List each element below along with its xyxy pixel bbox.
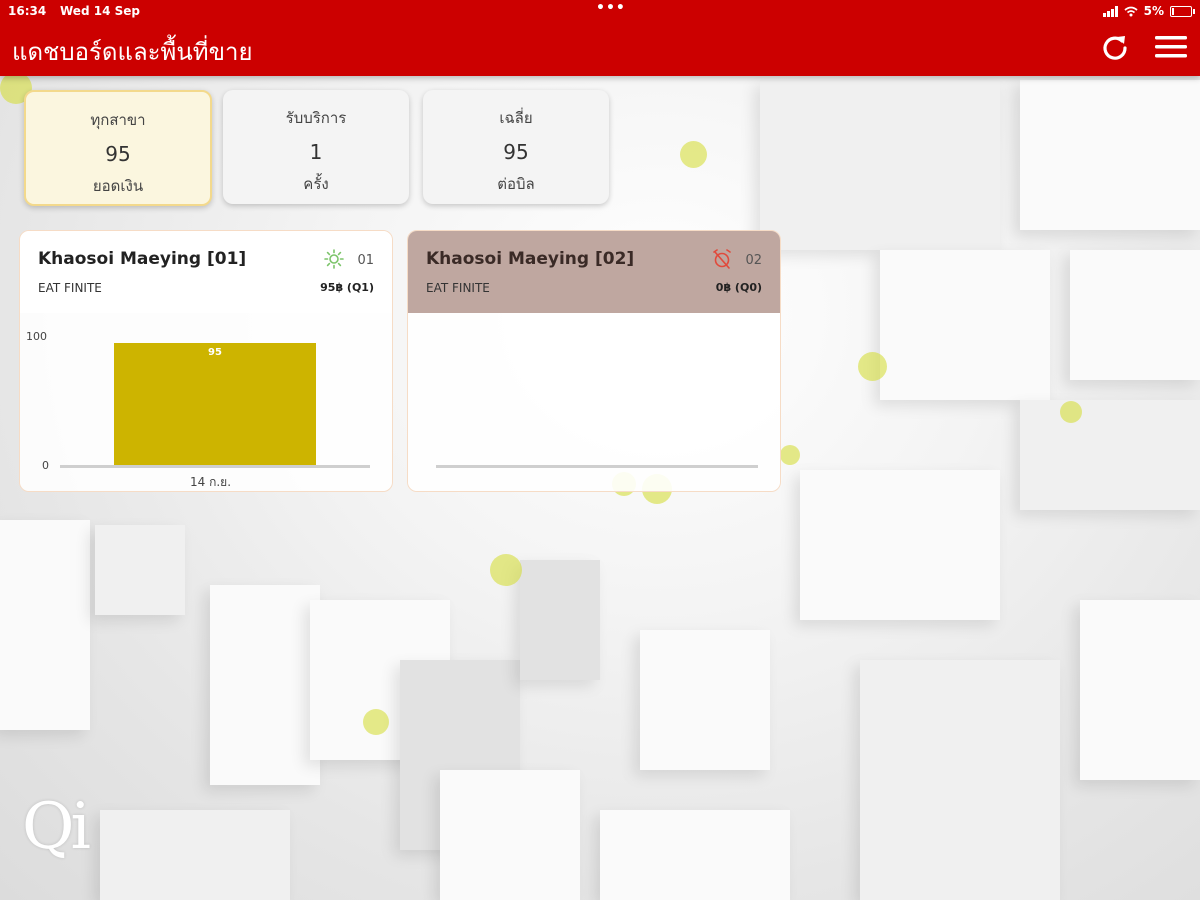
bg-dot [858, 352, 887, 381]
summary-card-all-branches[interactable]: ทุกสาขา 95 ยอดเงิน [24, 90, 212, 206]
battery-percent: 5% [1143, 4, 1164, 18]
y-tick-max: 100 [26, 330, 47, 343]
bg-dot [780, 445, 800, 465]
summary-label: รับบริการ [285, 109, 347, 127]
bg-block [1080, 600, 1200, 780]
store-card-01[interactable]: Khaosoi Maeying [01] EAT FINITE 01 95฿ (… [19, 230, 393, 492]
menu-button[interactable] [1154, 32, 1188, 62]
bg-dot [1060, 401, 1082, 423]
store-name: Khaosoi Maeying [01] [38, 249, 247, 269]
summary-unit: ครั้ง [303, 175, 329, 193]
x-axis-baseline [436, 465, 758, 468]
bg-block [520, 560, 600, 680]
bg-block [1020, 400, 1200, 510]
summary-unit: ต่อบิล [497, 175, 535, 193]
sun-open-icon [324, 249, 344, 269]
chart-bar[interactable] [114, 343, 316, 465]
store-code: 02 [745, 253, 762, 268]
x-tick-label: 14 ก.ย. [190, 475, 232, 489]
store-subtitle: EAT FINITE [426, 281, 490, 295]
bg-block [880, 250, 1050, 400]
status-time: 16:34 [8, 4, 47, 18]
x-axis-baseline [60, 465, 370, 468]
summary-value: 1 [309, 140, 323, 164]
store-code: 01 [357, 253, 374, 268]
refresh-button[interactable] [1098, 32, 1132, 62]
summary-value: 95 [503, 140, 529, 164]
summary-label: เฉลี่ย [499, 109, 533, 127]
bg-block [100, 810, 290, 900]
status-bar: 16:34 Wed 14 Sep ••• 5% [8, 0, 1195, 20]
store-card-header: Khaosoi Maeying [01] EAT FINITE 01 95฿ (… [20, 231, 392, 313]
summary-unit: ยอดเงิน [92, 177, 144, 195]
y-tick-min: 0 [42, 459, 49, 472]
status-date: Wed 14 Sep [60, 4, 140, 18]
summary-card-services[interactable]: รับบริการ 1 ครั้ง [223, 90, 409, 204]
store-subtitle: EAT FINITE [38, 281, 102, 295]
store-stats: 95฿ (Q1) [320, 281, 374, 294]
page-title: แดชบอร์ดและพื้นที่ขาย [12, 38, 253, 66]
summary-label: ทุกสาขา [90, 111, 146, 129]
summary-card-average[interactable]: เฉลี่ย 95 ต่อบิล [423, 90, 609, 204]
bg-block [800, 470, 1000, 620]
bg-block [95, 525, 185, 615]
bg-dot [490, 554, 522, 586]
qi-logo: Qi [22, 790, 91, 864]
battery-icon [1170, 5, 1195, 17]
bar-data-label: 95 [208, 347, 222, 359]
store-chart [408, 313, 780, 491]
bg-block [210, 585, 320, 785]
store-card-header: Khaosoi Maeying [02] EAT FINITE 02 0฿ (Q… [408, 231, 780, 313]
bg-block [440, 770, 580, 900]
hamburger-menu-icon [1155, 36, 1187, 58]
bg-block [860, 660, 1060, 900]
status-right: 5% [1102, 4, 1195, 18]
bg-block [640, 630, 770, 770]
summary-value: 95 [105, 142, 131, 166]
bg-block [1070, 250, 1200, 380]
cellular-signal-icon [1102, 5, 1118, 17]
store-card-02[interactable]: Khaosoi Maeying [02] EAT FINITE 02 0฿ (Q… [407, 230, 781, 492]
bg-block [760, 80, 1000, 250]
bg-block [600, 810, 790, 900]
bg-dot [363, 709, 389, 735]
refresh-icon [1103, 36, 1127, 60]
store-name: Khaosoi Maeying [02] [426, 249, 635, 269]
bg-block [1020, 80, 1200, 230]
wifi-icon [1124, 6, 1138, 16]
bg-dot [680, 141, 707, 168]
bg-block [0, 520, 90, 730]
store-chart: 100 0 95 14 ก.ย. [20, 313, 392, 491]
store-stats: 0฿ (Q0) [715, 281, 762, 294]
multitask-dots[interactable]: ••• [596, 0, 626, 16]
alarm-off-icon [713, 249, 731, 269]
app-header: 16:34 Wed 14 Sep ••• 5% แดชบอร์ดและพื้นท… [0, 0, 1200, 76]
